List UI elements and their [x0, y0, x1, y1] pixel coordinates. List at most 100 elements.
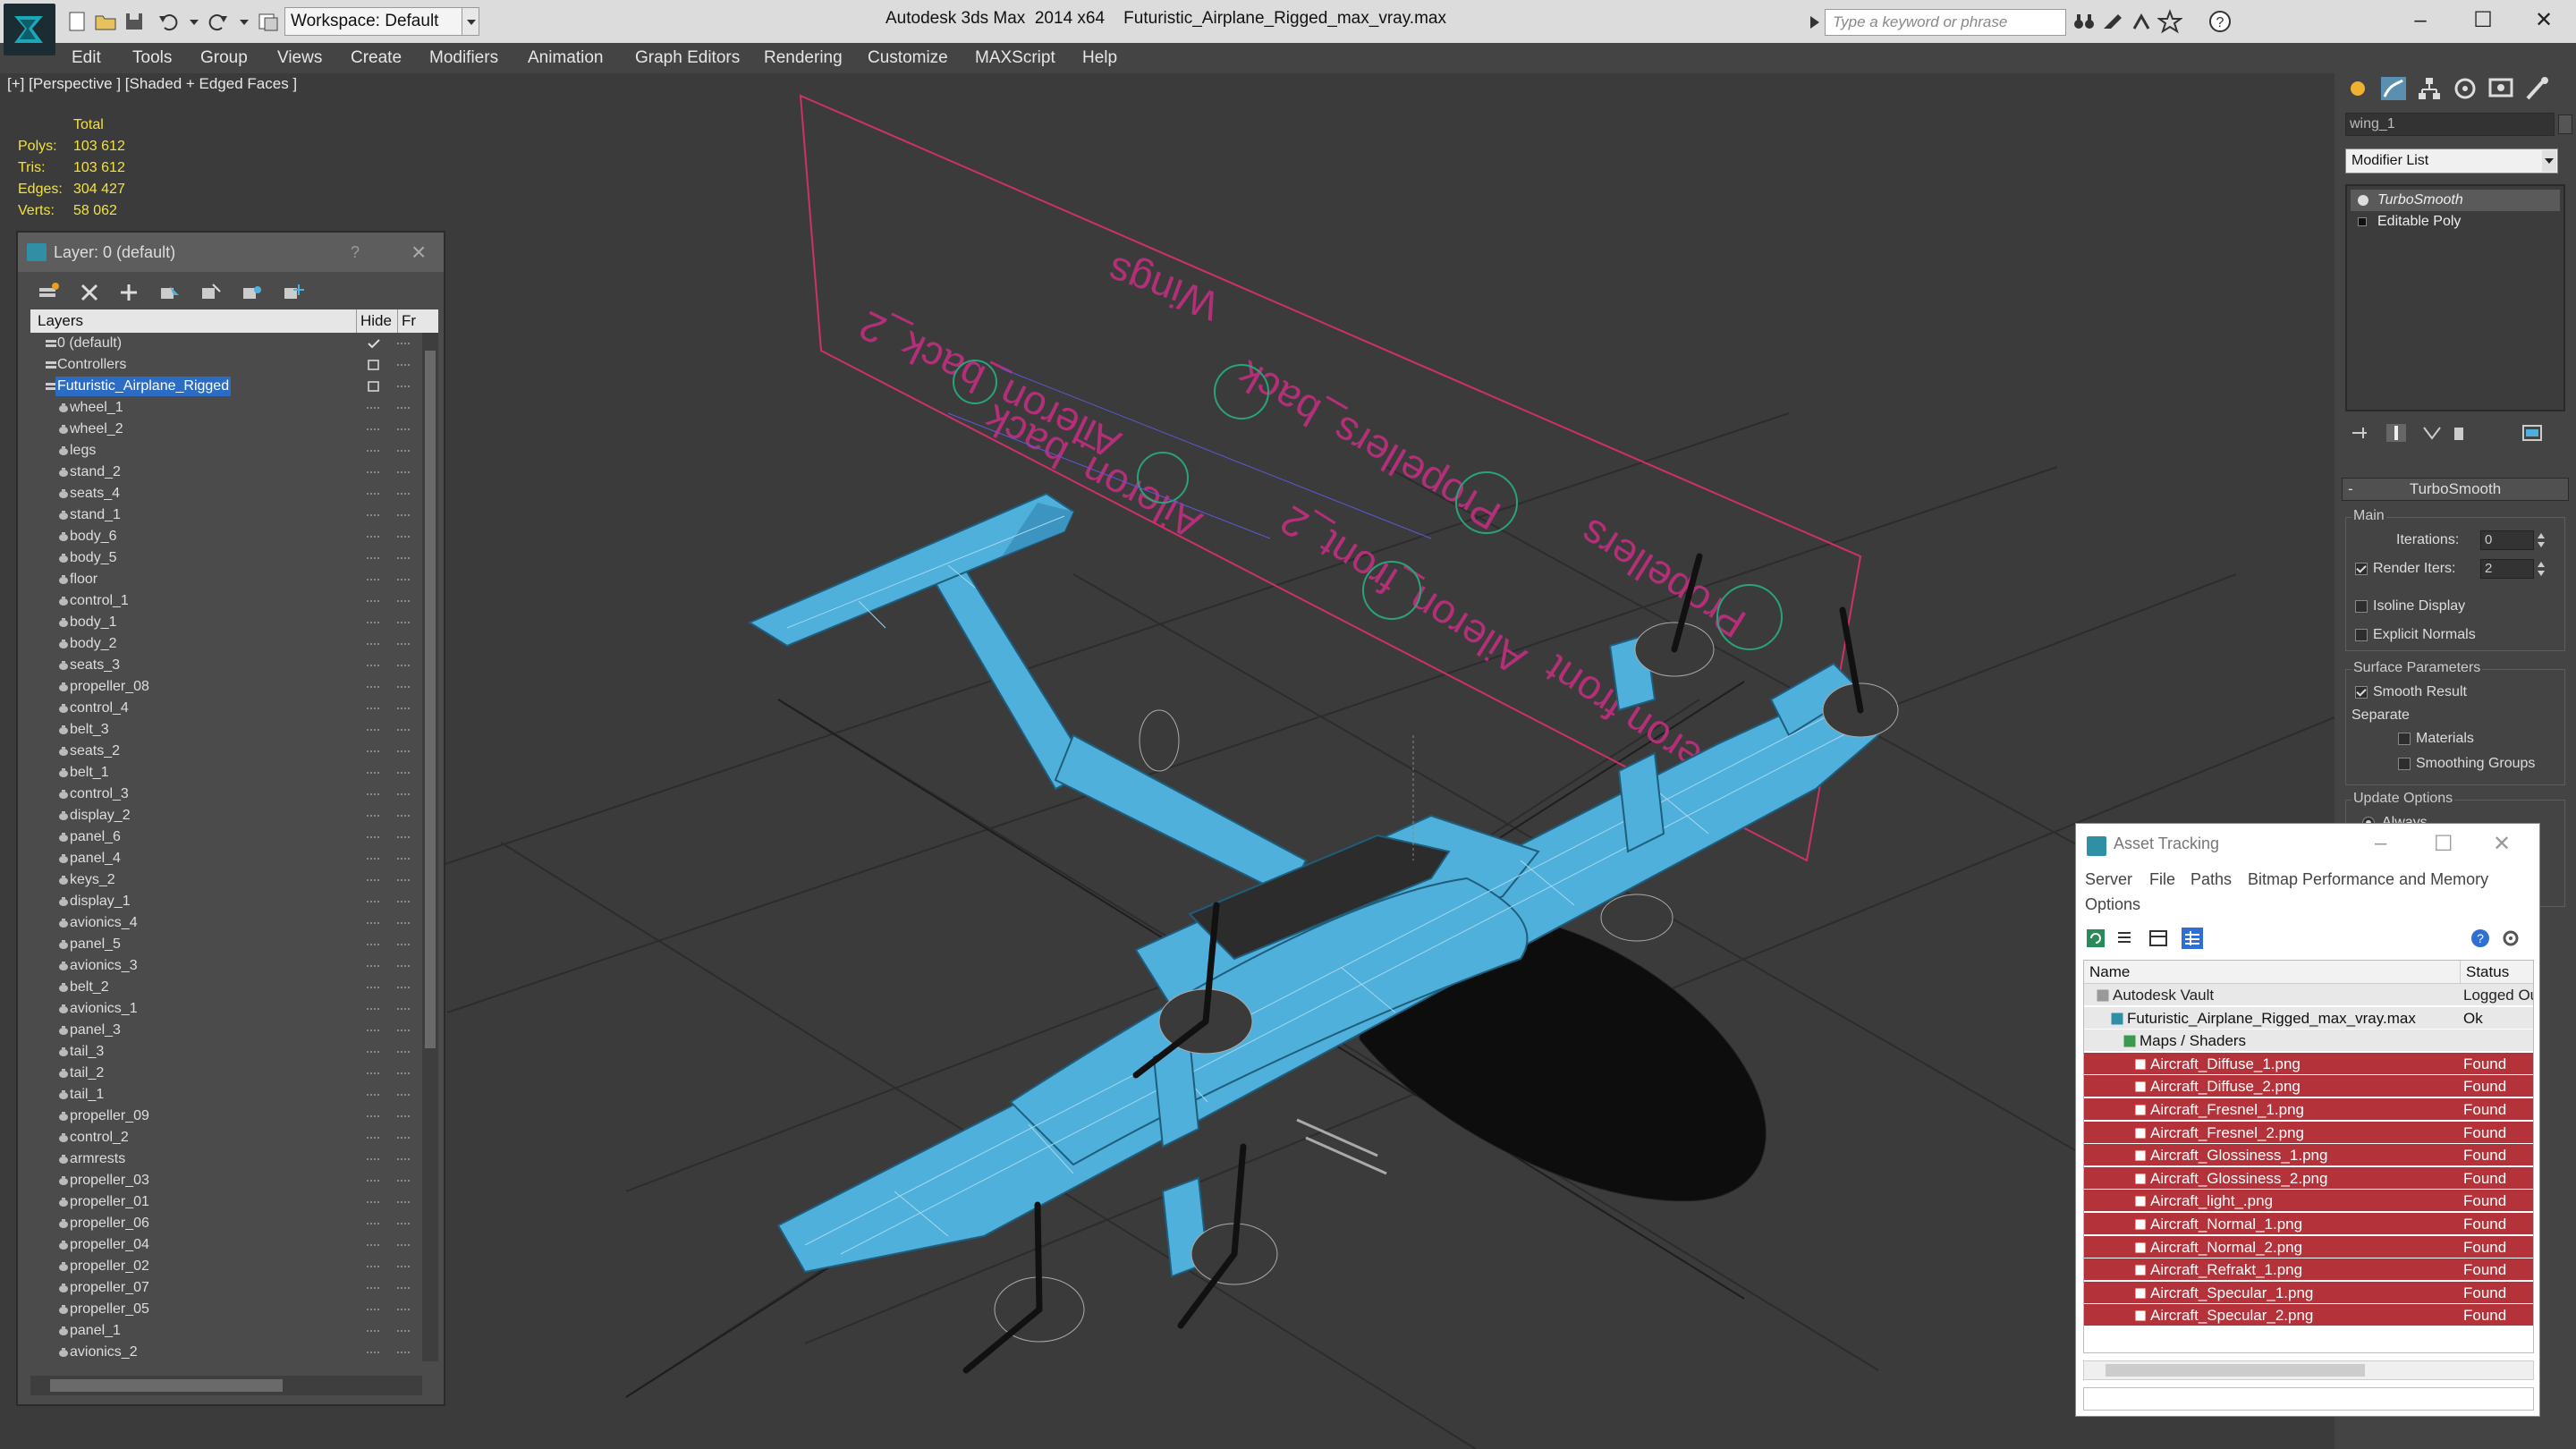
hide-toggle[interactable] — [367, 1223, 379, 1224]
layer-object-row[interactable]: belt_1 — [30, 762, 422, 784]
layer-object-row[interactable]: propeller_05 — [30, 1299, 422, 1320]
hide-toggle[interactable] — [367, 1115, 379, 1117]
object-name[interactable]: seats_2 — [68, 741, 122, 761]
object-color-swatch[interactable] — [2558, 114, 2572, 134]
active-layer-check-icon[interactable] — [367, 338, 381, 349]
refresh-icon[interactable] — [2085, 928, 2106, 949]
viewport-label[interactable]: [+] [Perspective ] [Shaded + Edged Faces… — [7, 75, 297, 93]
freeze-toggle[interactable] — [397, 772, 410, 774]
save-file-icon[interactable] — [122, 9, 147, 34]
object-name[interactable]: body_1 — [68, 613, 119, 632]
freeze-toggle[interactable] — [397, 364, 410, 366]
layer-object-row[interactable]: propeller_08 — [30, 676, 422, 698]
explicit-normals-checkbox[interactable] — [2355, 629, 2368, 641]
highlight-selected-layer-icon[interactable] — [199, 281, 224, 304]
iterations-spinner-arrows[interactable] — [2536, 530, 2546, 550]
freeze-toggle[interactable] — [397, 1180, 410, 1182]
freeze-toggle[interactable] — [397, 428, 410, 430]
stack-item-editable-poly[interactable]: Editable Poly — [2351, 211, 2560, 233]
hide-toggle[interactable] — [367, 858, 379, 860]
hide-toggle[interactable] — [367, 579, 379, 580]
layer-object-row[interactable]: body_2 — [30, 633, 422, 655]
asset-row[interactable]: Aircraft_Specular_1.png Found — [2084, 1281, 2533, 1304]
object-name[interactable]: propeller_05 — [68, 1300, 151, 1319]
remove-modifier-icon[interactable] — [2447, 422, 2470, 444]
object-name[interactable]: avionics_3 — [68, 956, 140, 976]
layer-object-row[interactable]: avionics_3 — [30, 955, 422, 977]
project-folder-icon[interactable] — [256, 9, 281, 34]
hide-unhide-all-icon[interactable] — [240, 281, 265, 304]
freeze-toggle[interactable] — [397, 1201, 410, 1203]
freeze-toggle[interactable] — [397, 622, 410, 623]
layer-object-row[interactable]: propeller_04 — [30, 1234, 422, 1256]
asset-menu-options[interactable]: Options — [2085, 895, 2140, 914]
help-icon[interactable]: ? — [2207, 9, 2233, 34]
menu-rendering[interactable]: Rendering — [764, 43, 843, 73]
freeze-toggle[interactable] — [397, 836, 410, 838]
asset-settings-icon[interactable] — [2500, 928, 2521, 949]
favorites-star-icon[interactable] — [2156, 9, 2184, 34]
search-input[interactable]: Type a keyword or phrase — [1825, 9, 2066, 36]
object-name[interactable]: avionics_2 — [68, 1343, 140, 1361]
object-name[interactable]: body_6 — [68, 527, 119, 547]
layer-object-row[interactable]: propeller_07 — [30, 1277, 422, 1299]
hide-toggle[interactable] — [367, 1072, 379, 1074]
freeze-toggle[interactable] — [397, 1115, 410, 1117]
object-name[interactable]: panel_5 — [68, 935, 123, 954]
asset-maximize-button[interactable]: ☐ — [2434, 831, 2453, 857]
grid-view-icon[interactable] — [2182, 928, 2203, 949]
asset-row[interactable]: Autodesk Vault Logged Out — [2084, 984, 2533, 1006]
object-name[interactable]: display_2 — [68, 806, 132, 826]
menu-create[interactable]: Create — [351, 43, 402, 73]
freeze-toggle[interactable] — [397, 750, 410, 752]
asset-row[interactable]: Aircraft_Normal_1.png Found — [2084, 1213, 2533, 1235]
asset-row[interactable]: Futuristic_Airplane_Rigged_max_vray.max O… — [2084, 1006, 2533, 1030]
rollout-header[interactable]: - TurboSmooth — [2342, 478, 2569, 501]
freeze-toggle[interactable] — [397, 1072, 410, 1074]
layer-object-row[interactable]: propeller_06 — [30, 1213, 422, 1234]
object-name[interactable]: body_2 — [68, 634, 119, 654]
freeze-toggle[interactable] — [397, 386, 410, 387]
app-logo-button[interactable] — [4, 4, 55, 55]
hide-toggle[interactable] — [367, 493, 379, 495]
asset-row[interactable]: Aircraft_Fresnel_2.png Found — [2084, 1121, 2533, 1144]
freeze-toggle[interactable] — [397, 536, 410, 538]
hide-toggle[interactable] — [367, 643, 379, 645]
hide-toggle[interactable] — [367, 407, 379, 409]
hide-toggle[interactable] — [367, 1008, 379, 1010]
minimize-button[interactable]: – — [2394, 4, 2447, 38]
smoothing-groups-checkbox[interactable] — [2398, 758, 2411, 770]
hide-toggle[interactable] — [367, 514, 379, 516]
hide-toggle[interactable] — [367, 1330, 379, 1332]
column-header-freeze[interactable]: Fr — [397, 309, 416, 333]
new-file-icon[interactable] — [64, 9, 89, 34]
object-name[interactable]: propeller_03 — [68, 1171, 151, 1191]
layer-object-row[interactable]: control_1 — [30, 590, 422, 612]
freeze-toggle[interactable] — [397, 1330, 410, 1332]
object-name[interactable]: avionics_1 — [68, 999, 140, 1019]
show-end-result-icon[interactable] — [2385, 422, 2408, 444]
layer-object-row[interactable]: stand_2 — [30, 462, 422, 483]
object-name[interactable]: propeller_07 — [68, 1278, 151, 1298]
hierarchy-tab-icon[interactable] — [2413, 75, 2445, 102]
object-name[interactable]: seats_4 — [68, 484, 122, 504]
layer-object-row[interactable]: belt_3 — [30, 719, 422, 741]
freeze-toggle[interactable] — [397, 471, 410, 473]
object-name[interactable]: display_1 — [68, 892, 132, 911]
hide-toggle[interactable] — [367, 793, 379, 795]
object-name[interactable]: propeller_04 — [68, 1235, 151, 1255]
hide-toggle[interactable] — [367, 557, 379, 559]
object-name[interactable]: panel_1 — [68, 1321, 123, 1341]
hide-toggle[interactable] — [367, 1352, 379, 1353]
layer-object-row[interactable]: control_2 — [30, 1127, 422, 1148]
delete-layer-icon[interactable] — [77, 281, 102, 304]
object-name[interactable]: seats_3 — [68, 656, 122, 675]
asset-close-button[interactable]: ✕ — [2493, 831, 2511, 857]
layer-object-row[interactable]: stand_1 — [30, 504, 422, 526]
layer-name[interactable]: Controllers — [55, 355, 128, 375]
freeze-unfreeze-all-icon[interactable] — [281, 281, 306, 304]
asset-row[interactable]: Aircraft_Diffuse_2.png Found — [2084, 1075, 2533, 1098]
object-name[interactable]: panel_4 — [68, 849, 123, 869]
layer-object-row[interactable]: propeller_03 — [30, 1170, 422, 1191]
hide-toggle[interactable] — [367, 772, 379, 774]
